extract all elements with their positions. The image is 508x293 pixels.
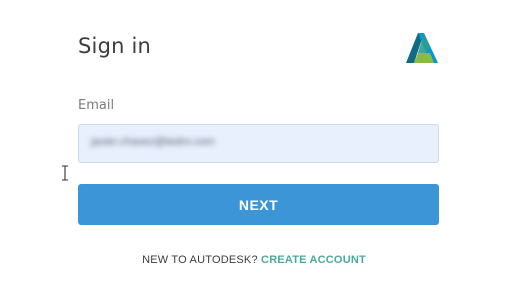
new-to-autodesk-text: NEW TO AUTODESK? [142,254,258,266]
email-label: Email [78,98,115,113]
next-button[interactable]: NEXT [78,184,439,225]
create-account-link[interactable]: CREATE ACCOUNT [261,254,366,266]
page-title: Sign in [78,34,152,58]
autodesk-logo-icon [406,33,438,63]
text-cursor-icon [62,165,68,181]
sign-in-page: Sign in Email javier.chavez@tedro.com NE… [0,0,508,293]
email-value: javier.chavez@tedro.com [91,136,215,148]
email-field[interactable]: javier.chavez@tedro.com [78,124,439,163]
create-account-prompt: NEW TO AUTODESK? CREATE ACCOUNT [0,254,508,266]
